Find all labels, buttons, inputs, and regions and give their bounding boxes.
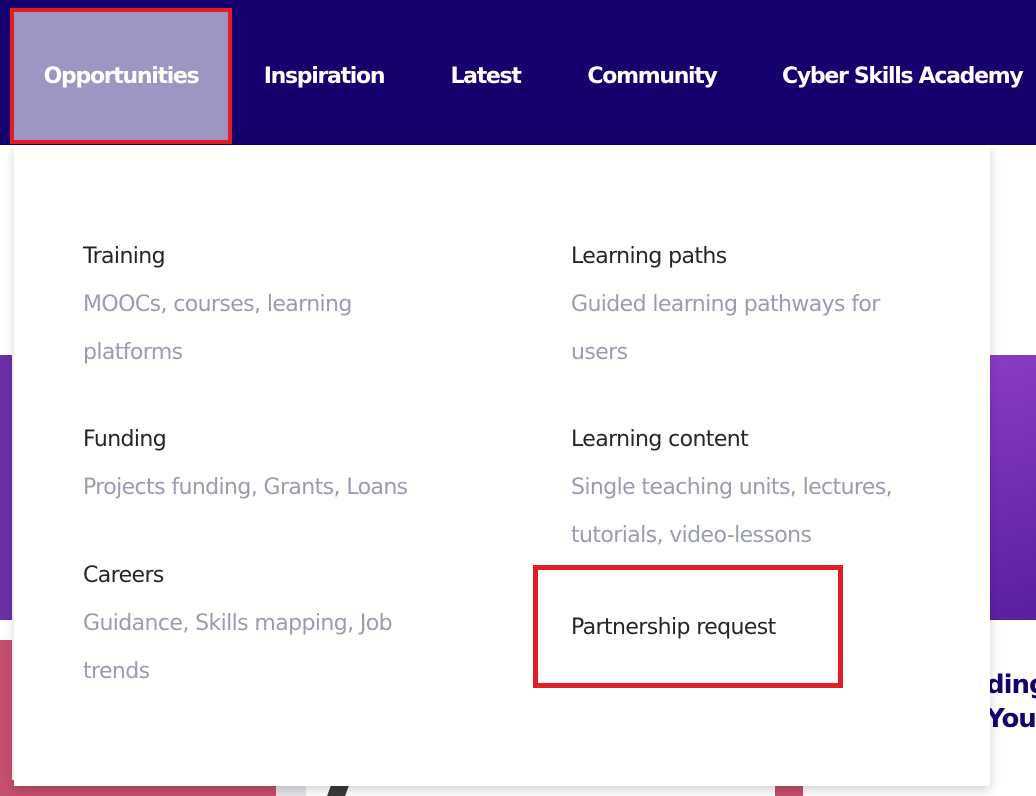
opportunities-dropdown-menu: Training MOOCs, courses, learning platfo…	[14, 145, 990, 786]
background-banner-left	[0, 355, 12, 620]
main-navigation: Opportunities Inspiration Latest Communi…	[0, 0, 1036, 145]
background-card-left	[0, 640, 12, 796]
menu-item-funding[interactable]: Funding Projects funding, Grants, Loans	[83, 426, 463, 512]
menu-item-title: Partnership request	[571, 615, 776, 640]
menu-item-title: Learning paths	[571, 244, 727, 269]
nav-item-latest[interactable]: Latest	[433, 8, 538, 144]
menu-item-title: Training	[83, 244, 166, 269]
menu-item-description: MOOCs, courses, learning platforms	[83, 292, 352, 365]
menu-item-title: Careers	[83, 563, 164, 588]
menu-item-description: Projects funding, Grants, Loans	[83, 475, 408, 500]
nav-item-community[interactable]: Community	[570, 8, 734, 144]
menu-item-careers[interactable]: Careers Guidance, Skills mapping, Job tr…	[83, 562, 443, 696]
background-partial-heading: ding You	[986, 670, 1036, 734]
menu-item-description: Single teaching units, lectures, tutoria…	[571, 475, 893, 548]
nav-item-inspiration[interactable]: Inspiration	[247, 8, 401, 144]
menu-item-description: Guidance, Skills mapping, Job trends	[83, 611, 393, 684]
nav-item-opportunities[interactable]: Opportunities	[10, 8, 232, 144]
menu-item-description: Guided learning pathways for users	[571, 292, 880, 365]
menu-item-partnership-request[interactable]: Partnership request	[533, 565, 843, 688]
nav-item-cyber-skills-academy[interactable]: Cyber Skills Academy	[772, 8, 1036, 144]
menu-item-title: Funding	[83, 427, 167, 452]
menu-item-learning-content[interactable]: Learning content Single teaching units, …	[571, 426, 941, 560]
menu-item-title: Learning content	[571, 427, 749, 452]
background-banner-right	[990, 355, 1036, 620]
page: ding You Opportunities Inspiration Lates…	[0, 0, 1036, 796]
menu-item-learning-paths[interactable]: Learning paths Guided learning pathways …	[571, 243, 931, 377]
menu-item-training[interactable]: Training MOOCs, courses, learning platfo…	[83, 243, 443, 377]
